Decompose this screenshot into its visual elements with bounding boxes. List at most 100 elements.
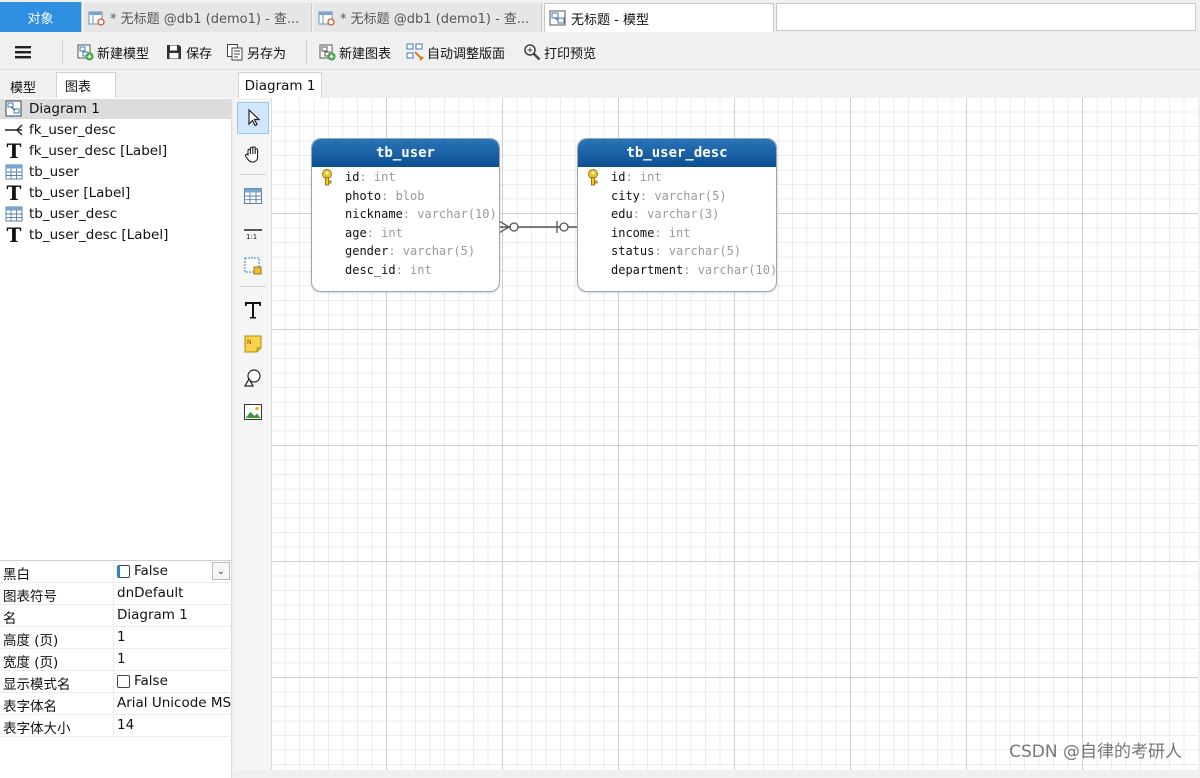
new-table-tool[interactable] xyxy=(237,180,269,212)
new-diagram-label: 新建图表 xyxy=(339,46,392,62)
tree-item-label: tb_user [Label] xyxy=(29,185,131,201)
entity-field[interactable]: id: int xyxy=(578,168,776,187)
tab-query-1[interactable]: * 无标题 @db1 (demo1) - 查... xyxy=(84,3,312,32)
tab-model[interactable]: 无标题 - 模型 xyxy=(544,3,774,32)
tree-item-table-label[interactable]: T tb_user_desc [Label] xyxy=(0,225,232,245)
entity-field[interactable]: nickname: varchar(10) xyxy=(312,205,499,224)
property-row: 高度 (页) 1 xyxy=(0,627,232,649)
save-as-button[interactable]: 另存为 xyxy=(226,40,286,64)
property-row: 宽度 (页) 1 xyxy=(0,649,232,671)
query-icon xyxy=(88,11,105,26)
tree-item-table[interactable]: tb_user xyxy=(0,162,232,182)
diagram-object-tree: Diagram 1 fk_user_desc T fk_user_desc [L… xyxy=(0,98,232,560)
new-image-tool[interactable] xyxy=(237,396,269,428)
new-shape-tool[interactable] xyxy=(237,362,269,394)
tree-item-table-label[interactable]: T tb_user [Label] xyxy=(0,183,232,203)
property-value[interactable]: 14 xyxy=(117,717,231,733)
field-name: edu xyxy=(611,207,633,222)
field-type: : varchar(10) xyxy=(683,262,777,277)
field-type: : int xyxy=(366,225,403,240)
diagram-canvas[interactable]: tb_user id: int photo: blob nickname: va… xyxy=(272,98,1198,770)
field-type: : varchar(10) xyxy=(402,207,497,222)
entity-field[interactable]: id: int xyxy=(312,168,499,187)
relationship-line-fk-user-desc[interactable] xyxy=(499,217,579,237)
menu-button[interactable] xyxy=(14,40,35,64)
model-icon xyxy=(549,10,566,26)
entity-tb-user-desc[interactable]: tb_user_desc id: int city: varchar(5) ed… xyxy=(577,138,777,292)
pointer-tool[interactable] xyxy=(237,102,269,134)
entity-tb-user[interactable]: tb_user id: int photo: blob nickname: va… xyxy=(311,138,500,292)
dropdown-button[interactable]: ⌄ xyxy=(212,562,230,580)
property-row: 图表符号 dnDefault xyxy=(0,583,232,605)
new-diagram-icon xyxy=(319,44,336,61)
property-key: 高度 (页) xyxy=(3,633,59,649)
new-diagram-button[interactable]: 新建图表 xyxy=(318,40,391,64)
auto-layout-label: 自动调整版面 xyxy=(427,46,506,62)
tab-query-2[interactable]: * 无标题 @db1 (demo1) - 查... xyxy=(314,3,542,32)
property-grid: 黑白 False ⌄ 图表符号 dnDefault 名 Diagram 1 高度… xyxy=(0,560,232,778)
entity-field[interactable]: city: varchar(5) xyxy=(578,187,776,206)
tree-item-label: fk_user_desc xyxy=(29,122,116,138)
property-value[interactable]: Diagram 1 xyxy=(117,607,231,623)
shape-icon xyxy=(243,369,261,387)
entity-field[interactable]: desc_id: int xyxy=(312,261,499,280)
tab-label: 模型 xyxy=(10,80,37,96)
field-type: : int xyxy=(359,170,396,185)
property-value[interactable]: dnDefault xyxy=(117,585,231,601)
property-key: 名 xyxy=(3,611,17,627)
print-preview-button[interactable]: 打印预览 xyxy=(523,40,596,64)
entity-field[interactable]: photo: blob xyxy=(312,187,499,206)
entity-field[interactable]: status: varchar(5) xyxy=(578,242,776,261)
property-key: 显示模式名 xyxy=(3,677,71,693)
document-tab-bar: 对象 * 无标题 @db1 (demo1) - 查... * 无标题 @db1 … xyxy=(0,0,1200,34)
save-label: 保存 xyxy=(186,46,213,62)
field-name: photo xyxy=(345,188,382,203)
entity-field[interactable]: gender: varchar(5) xyxy=(312,242,499,261)
tree-item-diagram[interactable]: Diagram 1 xyxy=(0,99,232,119)
tree-item-relation[interactable]: fk_user_desc xyxy=(0,120,232,140)
tab-label: 无标题 - 模型 xyxy=(571,12,649,28)
property-value[interactable]: False xyxy=(117,673,231,689)
new-relation-tool[interactable]: 1:1 xyxy=(237,216,269,248)
tab-diagram-objects[interactable]: 图表 xyxy=(56,72,116,98)
new-model-button[interactable]: 新建模型 xyxy=(76,40,149,64)
image-icon xyxy=(244,404,262,420)
query-icon xyxy=(318,11,335,26)
field-type: : int xyxy=(654,225,691,240)
tree-item-label: Diagram 1 xyxy=(29,101,100,117)
hamburger-menu-icon xyxy=(15,46,31,59)
relation-icon: 1:1 xyxy=(244,229,262,241)
text-icon: T xyxy=(6,181,22,205)
new-label-tool[interactable] xyxy=(237,294,269,326)
checkbox-icon[interactable] xyxy=(117,674,130,688)
property-value-text: False xyxy=(134,563,168,579)
save-button[interactable]: 保存 xyxy=(165,40,212,64)
entity-field[interactable]: edu: varchar(3) xyxy=(578,205,776,224)
tab-label: 对象 xyxy=(27,11,54,27)
field-name: id xyxy=(345,170,360,185)
tree-item-relation-label[interactable]: T fk_user_desc [Label] xyxy=(0,141,232,161)
pointer-icon xyxy=(248,108,261,127)
new-layer-tool[interactable] xyxy=(237,250,269,282)
tab-objects[interactable]: 对象 xyxy=(0,2,82,32)
new-note-tool[interactable]: N xyxy=(237,328,269,360)
property-value[interactable]: 1 xyxy=(117,629,231,645)
tab-diagram-1[interactable]: Diagram 1 xyxy=(238,72,322,98)
text-icon: T xyxy=(6,223,22,247)
chevron-down-icon: ⌄ xyxy=(216,565,226,577)
checkbox-icon[interactable] xyxy=(117,564,130,578)
entity-field[interactable]: department: varchar(10) xyxy=(578,261,776,280)
tab-model-objects[interactable]: 模型 xyxy=(2,74,44,98)
layer-icon xyxy=(244,257,262,275)
property-value[interactable]: Arial Unicode MS xyxy=(117,695,231,711)
primary-key-icon xyxy=(322,169,332,186)
entity-field[interactable]: age: int xyxy=(312,224,499,243)
property-value[interactable]: 1 xyxy=(117,651,231,667)
auto-layout-button[interactable]: 自动调整版面 xyxy=(406,40,505,64)
entity-field[interactable]: income: int xyxy=(578,224,776,243)
hand-tool[interactable] xyxy=(237,138,269,170)
tab-label: * 无标题 @db1 (demo1) - 查... xyxy=(340,12,530,27)
tree-item-table[interactable]: tb_user_desc xyxy=(0,204,232,224)
auto-layout-icon xyxy=(406,43,424,61)
entity-title: tb_user_desc xyxy=(578,139,776,167)
